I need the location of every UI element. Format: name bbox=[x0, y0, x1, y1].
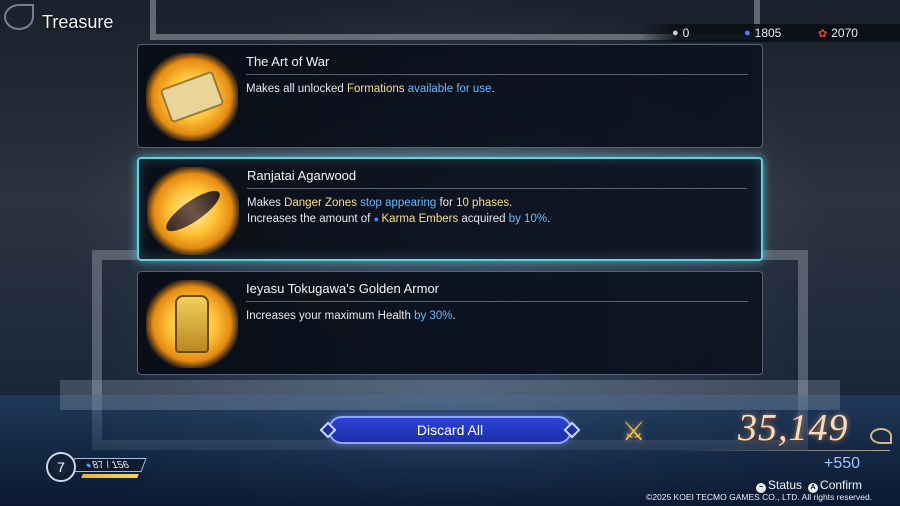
player-level: 7 bbox=[57, 459, 65, 475]
minus-button-icon: − bbox=[756, 482, 766, 493]
description-segment: Makes bbox=[247, 197, 285, 209]
currency-gem: ● 0 bbox=[672, 26, 689, 40]
description-segment: stop appearing bbox=[356, 197, 437, 209]
description-segment: Formations bbox=[347, 83, 405, 95]
chest-rail-background bbox=[60, 380, 840, 410]
a-button-icon: A bbox=[808, 482, 819, 493]
currency-karma-ember-value: 1805 bbox=[754, 26, 782, 40]
description-segment: Increases your maximum Health bbox=[246, 310, 415, 322]
divider bbox=[246, 301, 748, 302]
score-underline bbox=[676, 450, 890, 451]
currency-karma-ember: ● 1805 bbox=[744, 26, 781, 40]
health-value: 87 / 156 bbox=[91, 459, 132, 471]
currency-gem-value: 0 bbox=[682, 26, 690, 40]
gem-icon: ● bbox=[672, 27, 679, 39]
score-swirl-ornament-icon bbox=[870, 428, 892, 444]
karma-ember-icon: ● bbox=[744, 27, 751, 39]
description-segment: 10 phases bbox=[456, 197, 510, 209]
treasure-description: Makes all unlocked Formations available … bbox=[246, 81, 495, 97]
golden-armor-icon bbox=[146, 280, 238, 368]
discard-all-button[interactable]: Discard All bbox=[319, 416, 581, 444]
description-segment: . bbox=[547, 213, 551, 225]
red-seal-icon: ✿ bbox=[818, 27, 828, 40]
treasure-description: Makes Danger Zones stop appearing for 10… bbox=[247, 195, 550, 227]
button-hints: − Status A Confirm bbox=[756, 478, 862, 493]
currency-red-seal-value: 2070 bbox=[831, 26, 858, 40]
score-bonus: +550 bbox=[824, 455, 861, 472]
description-segment: for bbox=[436, 197, 457, 209]
confirm-hint[interactable]: A Confirm bbox=[808, 478, 862, 493]
score-value: 35,149 bbox=[738, 407, 849, 449]
status-hint[interactable]: − Status bbox=[756, 478, 802, 493]
copyright-text: ©2025 KOEI TECMO GAMES CO., LTD. All rig… bbox=[646, 492, 873, 502]
discard-all-label: Discard All bbox=[416, 422, 484, 438]
description-segment: available for use bbox=[404, 83, 492, 95]
description-segment: Increases the amount of bbox=[247, 213, 374, 225]
health-fill bbox=[81, 474, 139, 478]
description-line: Makes Danger Zones stop appearing for 10… bbox=[247, 195, 550, 211]
description-segment: Makes all unlocked bbox=[246, 83, 347, 95]
description-segment: . bbox=[509, 197, 513, 209]
confirm-hint-label: Confirm bbox=[820, 478, 863, 492]
description-segment: . bbox=[491, 83, 495, 95]
screen-title: Treasure bbox=[42, 12, 114, 32]
description-segment: by 30% bbox=[414, 310, 453, 322]
player-level-badge: 7 bbox=[46, 452, 76, 482]
description-segment: acquired bbox=[458, 213, 509, 225]
title-ornament-icon bbox=[4, 4, 34, 30]
divider bbox=[246, 74, 748, 75]
divider bbox=[247, 188, 747, 189]
karma-ember-icon: ● bbox=[373, 214, 382, 224]
agarwood-icon bbox=[147, 167, 239, 255]
treasure-title: Ranjatai Agarwood bbox=[247, 168, 357, 183]
description-segment: . bbox=[452, 310, 456, 322]
currency-bar: ● 0 ● 1805 ✿ 2070 bbox=[640, 24, 900, 42]
treasure-card-golden-armor[interactable]: Ieyasu Tokugawa's Golden Armor Increases… bbox=[137, 271, 763, 375]
treasure-title: Ieyasu Tokugawa's Golden Armor bbox=[246, 281, 440, 296]
description-segment: Karma Embers bbox=[381, 213, 459, 225]
health-bar: ●87 / 156 bbox=[69, 458, 147, 472]
currency-red-seal: ✿ 2070 bbox=[818, 26, 858, 40]
description-line: Makes all unlocked Formations available … bbox=[246, 81, 495, 97]
status-hint-label: Status bbox=[768, 478, 803, 492]
treasure-title: The Art of War bbox=[246, 54, 330, 69]
scroll-icon bbox=[146, 53, 238, 141]
treasure-card-art-of-war[interactable]: The Art of War Makes all unlocked Format… bbox=[137, 44, 763, 148]
description-line: Increases your maximum Health by 30%. bbox=[246, 308, 456, 324]
description-line: Increases the amount of ● Karma Embers a… bbox=[247, 211, 550, 227]
crossed-swords-icon: ⚔ bbox=[622, 416, 646, 446]
treasure-card-ranjatai-agarwood[interactable]: Ranjatai Agarwood Makes Danger Zones sto… bbox=[137, 157, 763, 261]
description-segment: by 10% bbox=[508, 213, 548, 225]
treasure-description: Increases your maximum Health by 30%. bbox=[246, 308, 456, 324]
description-segment: Danger Zones bbox=[284, 197, 357, 209]
